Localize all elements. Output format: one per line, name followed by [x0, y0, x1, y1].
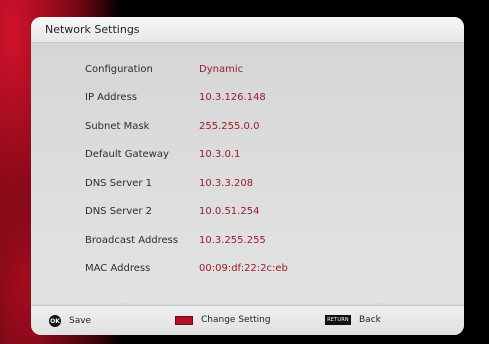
setting-label: Configuration: [85, 63, 153, 75]
setting-value[interactable]: 10.3.3.208: [199, 178, 253, 189]
setting-row-ip-address[interactable]: IP Address 10.3.126.148: [85, 84, 425, 113]
change-setting-button[interactable]: Change Setting: [175, 315, 271, 325]
page-title: Network Settings: [45, 23, 140, 36]
setting-row-subnet-mask[interactable]: Subnet Mask 255.255.0.0: [85, 112, 425, 141]
red-key-icon: [175, 315, 193, 325]
ok-icon-text: OK: [50, 317, 60, 325]
settings-list: Configuration Dynamic IP Address 10.3.12…: [85, 55, 425, 283]
setting-label: DNS Server 2: [85, 206, 153, 218]
footer-bar: OK Save Change Setting RETURN Back: [31, 305, 464, 335]
setting-label: MAC Address: [85, 263, 151, 275]
setting-label: DNS Server 1: [85, 177, 153, 189]
setting-row-broadcast-address[interactable]: Broadcast Address 10.3.255.255: [85, 226, 425, 255]
setting-row-default-gateway[interactable]: Default Gateway 10.3.0.1: [85, 141, 425, 170]
screen: Network Settings Configuration Dynamic I…: [0, 0, 489, 344]
save-label: Save: [69, 316, 92, 326]
setting-label: Subnet Mask: [85, 120, 150, 132]
setting-label: Default Gateway: [85, 149, 169, 161]
setting-label: Broadcast Address: [85, 234, 179, 246]
setting-value[interactable]: 10.0.51.254: [199, 206, 259, 217]
setting-value[interactable]: 10.3.0.1: [199, 149, 240, 160]
setting-value: 00:09:df:22:2c:eb: [199, 263, 288, 275]
back-label: Back: [359, 315, 381, 325]
panel-header: Network Settings: [31, 17, 464, 43]
setting-row-dns-server-2[interactable]: DNS Server 2 10.0.51.254: [85, 198, 425, 227]
setting-value[interactable]: 10.3.255.255: [199, 235, 266, 246]
save-button[interactable]: OK Save: [49, 315, 91, 327]
settings-body: Configuration Dynamic IP Address 10.3.12…: [31, 43, 464, 303]
network-settings-panel: Network Settings Configuration Dynamic I…: [31, 17, 464, 335]
setting-value[interactable]: 255.255.0.0: [199, 121, 259, 132]
setting-value[interactable]: 10.3.126.148: [199, 92, 266, 103]
return-button-icon: RETURN: [325, 315, 351, 325]
change-setting-label: Change Setting: [201, 315, 271, 325]
back-button[interactable]: RETURN Back: [325, 315, 381, 325]
setting-value[interactable]: Dynamic: [199, 64, 243, 75]
ok-button-icon: OK: [49, 315, 61, 327]
setting-label: IP Address: [85, 92, 137, 104]
setting-row-configuration[interactable]: Configuration Dynamic: [85, 55, 425, 84]
setting-row-mac-address[interactable]: MAC Address 00:09:df:22:2c:eb: [85, 255, 425, 284]
return-icon-text: RETURN: [327, 317, 349, 323]
setting-row-dns-server-1[interactable]: DNS Server 1 10.3.3.208: [85, 169, 425, 198]
